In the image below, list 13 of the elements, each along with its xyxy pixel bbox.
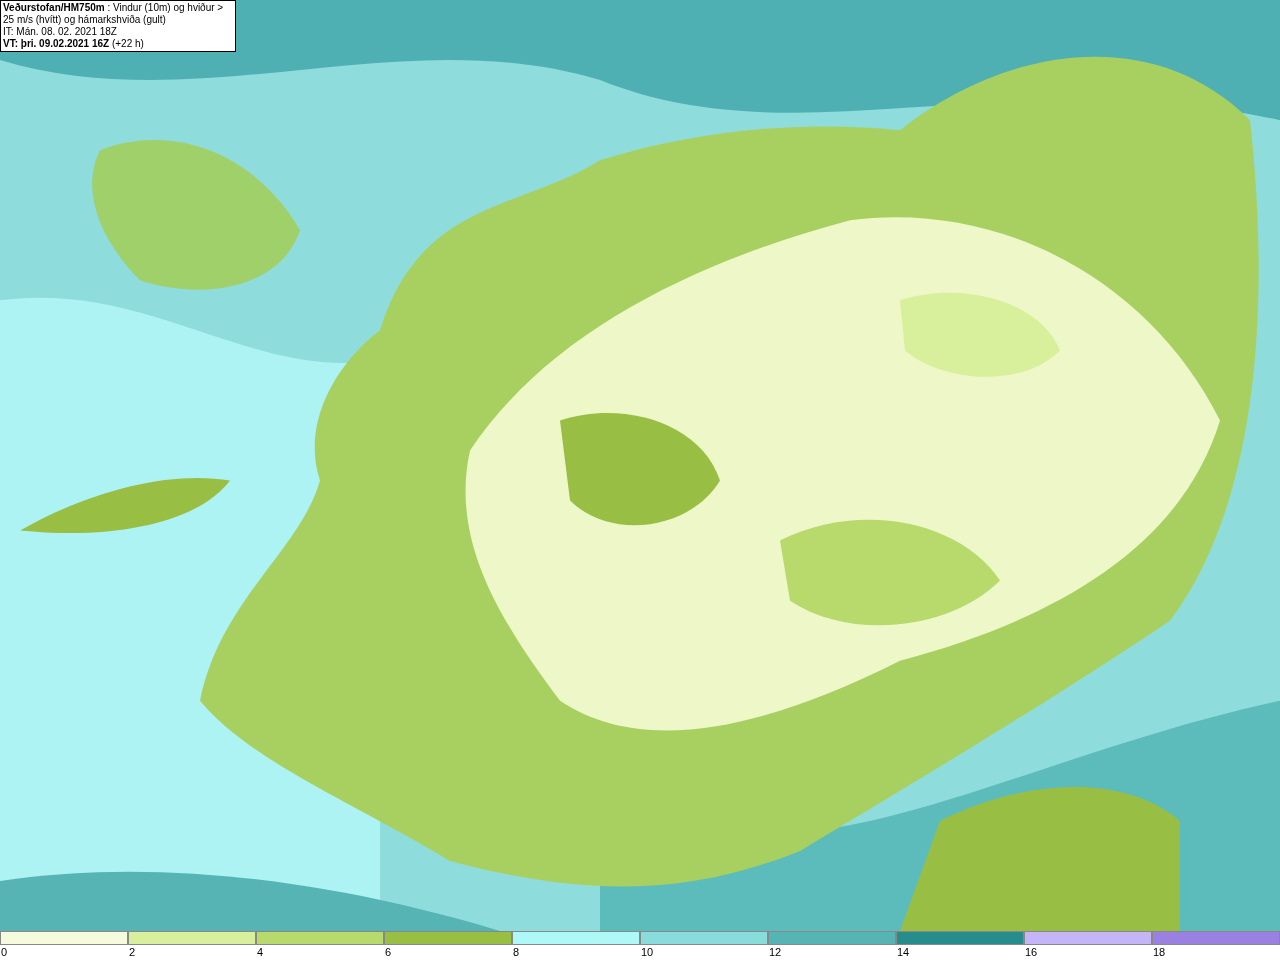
caption-heading: Veðurstofan/HM750m : Vindur (10m) og hviður > 25 m/s (hvítt) og hámarkshviða (gult) <box>3 2 225 26</box>
valid-time-text: VT: þri. 09.02.2021 16Z (+22 h) <box>3 38 145 50</box>
legend-tick-label: 16 <box>1025 946 1038 958</box>
legend-tick-label: 0 <box>1 946 8 958</box>
legend-tick-label: 8 <box>513 946 520 958</box>
legend-tick-label: 6 <box>385 946 392 958</box>
legend-tick-label: 14 <box>897 946 910 958</box>
legend-tick-label: 4 <box>257 946 264 958</box>
legend-tick-label: 12 <box>769 946 782 958</box>
legend-tick-label: 18 <box>1153 946 1166 958</box>
legend-tick-label: 10 <box>641 946 654 958</box>
legend-tick-label: 2 <box>129 946 136 958</box>
initial-time-text: IT: Mán. 08. 02. 2021 18Z <box>3 26 118 38</box>
